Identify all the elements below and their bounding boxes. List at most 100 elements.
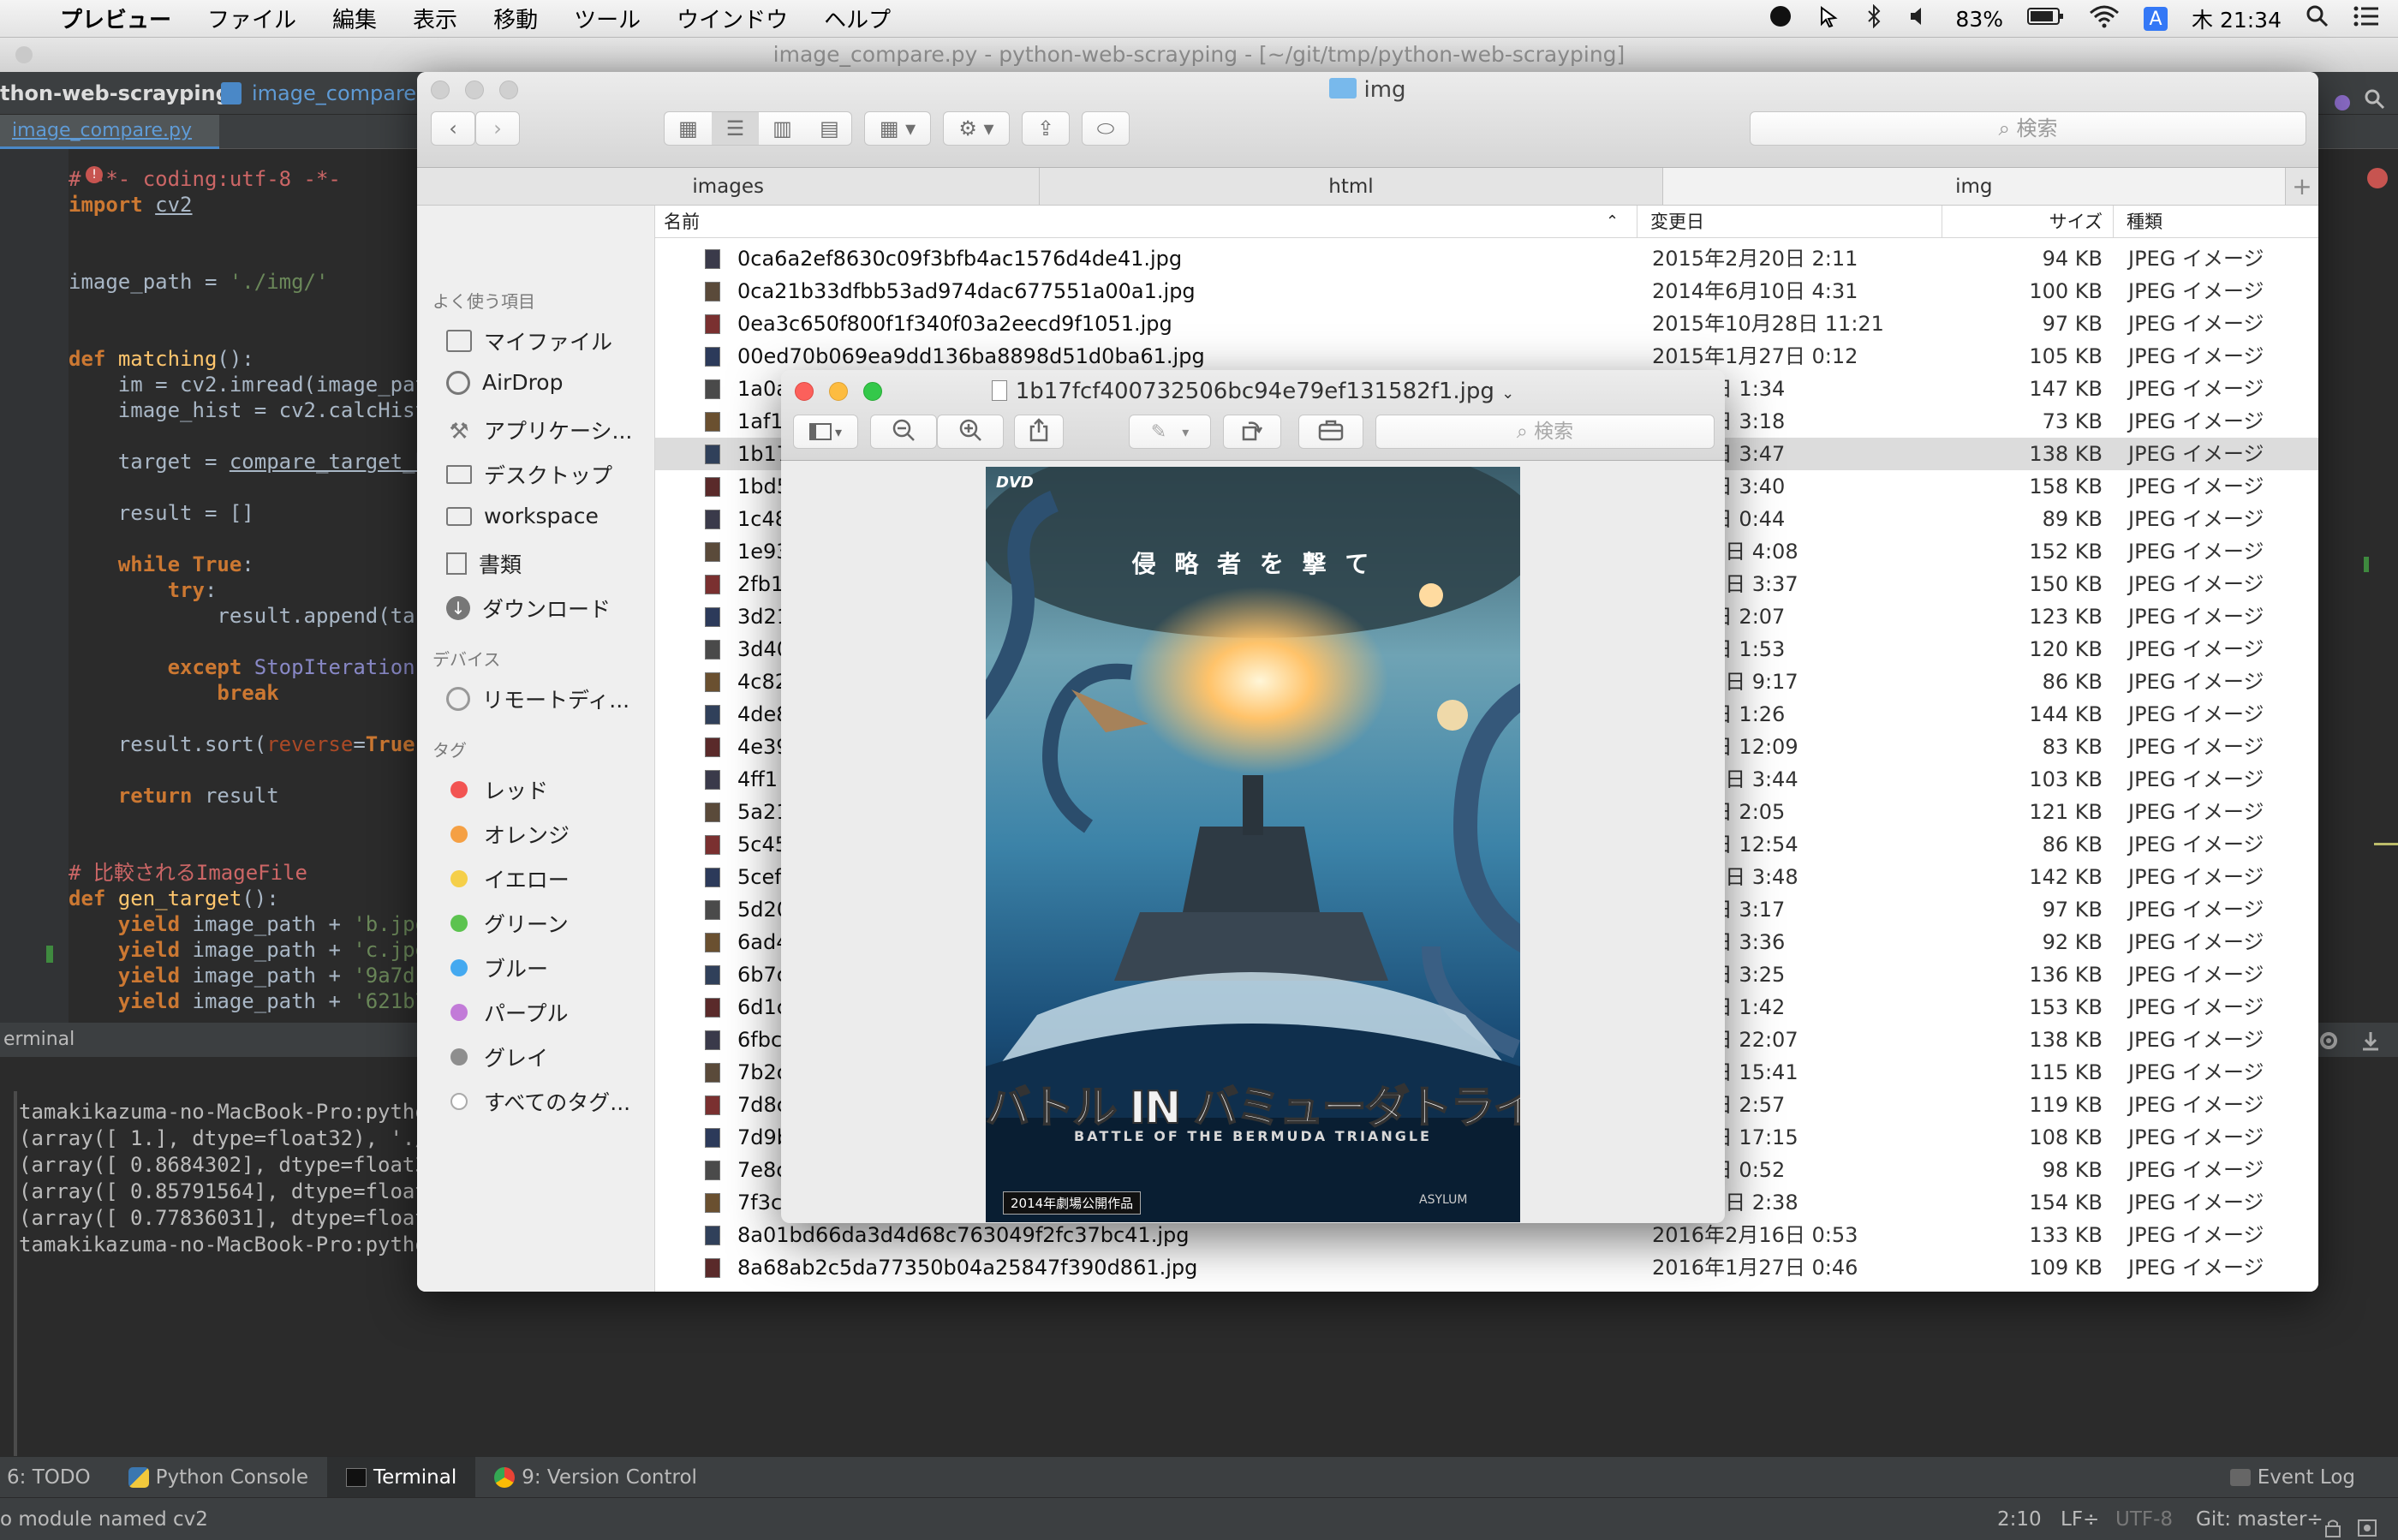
- line-separator[interactable]: LF÷: [2061, 1498, 2099, 1540]
- file-encoding[interactable]: UTF-8: [2115, 1498, 2173, 1540]
- markup-button[interactable]: ✎ ▾: [1129, 415, 1211, 449]
- status-message[interactable]: o module named cv2: [0, 1498, 208, 1540]
- toolbox-button[interactable]: [1298, 415, 1363, 449]
- zoom-in-button[interactable]: [937, 415, 1004, 449]
- wifi-icon[interactable]: [2089, 4, 2120, 33]
- battery-percent[interactable]: 83%: [1955, 7, 2003, 32]
- caret-position[interactable]: 2:10: [1997, 1498, 2042, 1540]
- sidebar-item-applications[interactable]: ⚒ アプリケーシ...: [446, 415, 632, 445]
- jpeg-thumbnail-icon: [705, 1128, 720, 1148]
- python-file-icon: [221, 82, 242, 104]
- todo-tool-button[interactable]: 6: TODO: [0, 1457, 110, 1498]
- file-size: 98 KB: [2042, 1158, 2103, 1182]
- sort-ascending-icon[interactable]: ⌃: [1606, 206, 1619, 238]
- file-breadcrumb[interactable]: image_compare.p: [252, 72, 436, 115]
- action-button[interactable]: ⚙ ▾: [943, 111, 1010, 146]
- input-source-icon[interactable]: A: [2144, 7, 2168, 31]
- menu-tools[interactable]: ツール: [556, 3, 659, 34]
- preview-title[interactable]: 1b17fcf400732506bc94e79ef131582f1.jpg: [1016, 379, 1494, 404]
- file-row[interactable]: 0ca21b33dfbb53ad974dac677551a00a1.jpg 201…: [655, 275, 2318, 307]
- menu-file[interactable]: ファイル: [189, 3, 314, 34]
- sidebar-tag-purple[interactable]: パープル: [446, 997, 569, 1028]
- menu-edit[interactable]: 編集: [314, 3, 395, 34]
- spotlight-icon[interactable]: [2306, 4, 2329, 33]
- column-view-icon[interactable]: ▥: [759, 112, 806, 145]
- sidebar-item-downloads[interactable]: ↓ ダウンロード: [446, 593, 611, 624]
- python-console-tool-button[interactable]: Python Console: [110, 1457, 327, 1498]
- share-button[interactable]: [1014, 415, 1064, 449]
- coverflow-view-icon[interactable]: ▤: [806, 112, 853, 145]
- finder-search-field[interactable]: ⌕ 検索: [1750, 111, 2306, 146]
- column-size-header[interactable]: サイズ: [1991, 206, 2103, 238]
- back-button[interactable]: ‹: [431, 111, 475, 146]
- sidebar-item-airdrop[interactable]: AirDrop: [446, 370, 563, 395]
- file-row[interactable]: 0ea3c650f800f1f340f03a2eecd9f1051.jpg 201…: [655, 307, 2318, 340]
- chevron-down-icon[interactable]: ⌄: [1501, 385, 1514, 403]
- column-kind-header[interactable]: 種類: [2127, 206, 2162, 238]
- notification-center-icon[interactable]: [2353, 5, 2379, 33]
- sidebar-all-tags[interactable]: すべてのタグ...: [446, 1086, 630, 1117]
- sidebar-toggle-button[interactable]: ▾: [793, 415, 858, 449]
- menu-window[interactable]: ウインドウ: [659, 3, 806, 34]
- list-view-icon[interactable]: ☰: [712, 112, 759, 145]
- bluetooth-icon[interactable]: [1864, 3, 1883, 33]
- sidebar-item-all-files[interactable]: マイファイル: [446, 325, 612, 356]
- sidebar-item-workspace[interactable]: workspace: [446, 504, 599, 528]
- battery-icon[interactable]: [2027, 6, 2065, 32]
- disc-icon: [446, 687, 470, 711]
- ide-close-button[interactable]: [15, 46, 33, 63]
- column-name-header[interactable]: 名前: [664, 206, 700, 238]
- share-button[interactable]: ⇪: [1022, 111, 1070, 146]
- file-row[interactable]: 00ed70b069ea9dd136ba8898d51d0ba61.jpg 201…: [655, 340, 2318, 373]
- jpeg-thumbnail-icon: [705, 1095, 720, 1115]
- jpeg-thumbnail-icon: [705, 770, 720, 790]
- sidebar-tag-orange[interactable]: オレンジ: [446, 819, 570, 850]
- icon-view-icon[interactable]: ▦: [665, 112, 712, 145]
- tab-images[interactable]: images: [417, 168, 1041, 205]
- file-row[interactable]: 0ca6a2ef8630c09f3bfb4ac1576d4de41.jpg 201…: [655, 242, 2318, 275]
- forward-button[interactable]: ›: [475, 111, 520, 146]
- menu-extra-circle-icon[interactable]: [1769, 4, 1793, 33]
- sidebar-item-remote-disc[interactable]: リモートディ...: [446, 683, 629, 714]
- zoom-out-button[interactable]: [870, 415, 937, 449]
- event-log-tool-button[interactable]: Event Log: [2211, 1457, 2398, 1498]
- menu-view[interactable]: 表示: [395, 3, 475, 34]
- sidebar-tag-blue[interactable]: ブルー: [446, 952, 548, 983]
- file-row[interactable]: 8a01bd66da3d4d68c763049f2fc37bc41.jpg 201…: [655, 1219, 2318, 1251]
- file-kind: JPEG イメージ: [2128, 605, 2264, 629]
- menu-app-name[interactable]: プレビュー: [36, 3, 189, 34]
- menu-go[interactable]: 移動: [475, 3, 556, 34]
- file-kind: JPEG イメージ: [2128, 1191, 2264, 1215]
- code-editor[interactable]: # -*- coding:utf-8 -*- import cv2 image_…: [69, 166, 427, 1014]
- inspector-icon[interactable]: [2357, 1510, 2377, 1540]
- editor-tab[interactable]: image_compare.py ✕: [0, 115, 219, 174]
- tab-html[interactable]: html: [1040, 168, 1663, 205]
- error-stripe-icon[interactable]: [2367, 168, 2388, 188]
- sidebar-item-desktop[interactable]: デスクトップ: [446, 459, 612, 490]
- new-tab-button[interactable]: +: [2286, 168, 2318, 205]
- project-breadcrumb[interactable]: thon-web-scrayping: [0, 72, 230, 115]
- sidebar-item-documents[interactable]: 書類: [446, 548, 522, 579]
- sidebar-tag-green[interactable]: グリーン: [446, 908, 569, 939]
- arrange-button[interactable]: ▦ ▾: [864, 111, 931, 146]
- sidebar-tag-red[interactable]: レッド: [446, 774, 548, 805]
- volume-icon[interactable]: [1907, 4, 1931, 33]
- menu-help[interactable]: ヘルプ: [806, 3, 909, 34]
- error-marker-icon[interactable]: !: [86, 166, 103, 183]
- jpeg-thumbnail-icon: [705, 314, 720, 334]
- git-branch[interactable]: Git: master÷: [2196, 1498, 2323, 1540]
- preview-search-field[interactable]: ⌕ 検索: [1375, 415, 1715, 449]
- sidebar-tag-gray[interactable]: グレイ: [446, 1042, 548, 1072]
- version-control-tool-button[interactable]: 9: Version Control: [475, 1457, 716, 1498]
- cursor-icon[interactable]: [1816, 4, 1840, 33]
- sidebar-tag-yellow[interactable]: イエロー: [446, 863, 570, 894]
- menu-clock[interactable]: 木 21:34: [2192, 3, 2282, 34]
- terminal-tool-button[interactable]: Terminal: [327, 1456, 476, 1498]
- file-row[interactable]: 8a68ab2c5da77350b04a25847f390d861.jpg 201…: [655, 1251, 2318, 1284]
- tags-button[interactable]: ⬭: [1082, 111, 1130, 146]
- column-date-header[interactable]: 変更日: [1650, 206, 1704, 238]
- rotate-button[interactable]: [1223, 415, 1281, 449]
- file-size: 92 KB: [2042, 930, 2103, 954]
- lock-icon[interactable]: [2324, 1510, 2341, 1540]
- tab-img[interactable]: img: [1662, 168, 2286, 205]
